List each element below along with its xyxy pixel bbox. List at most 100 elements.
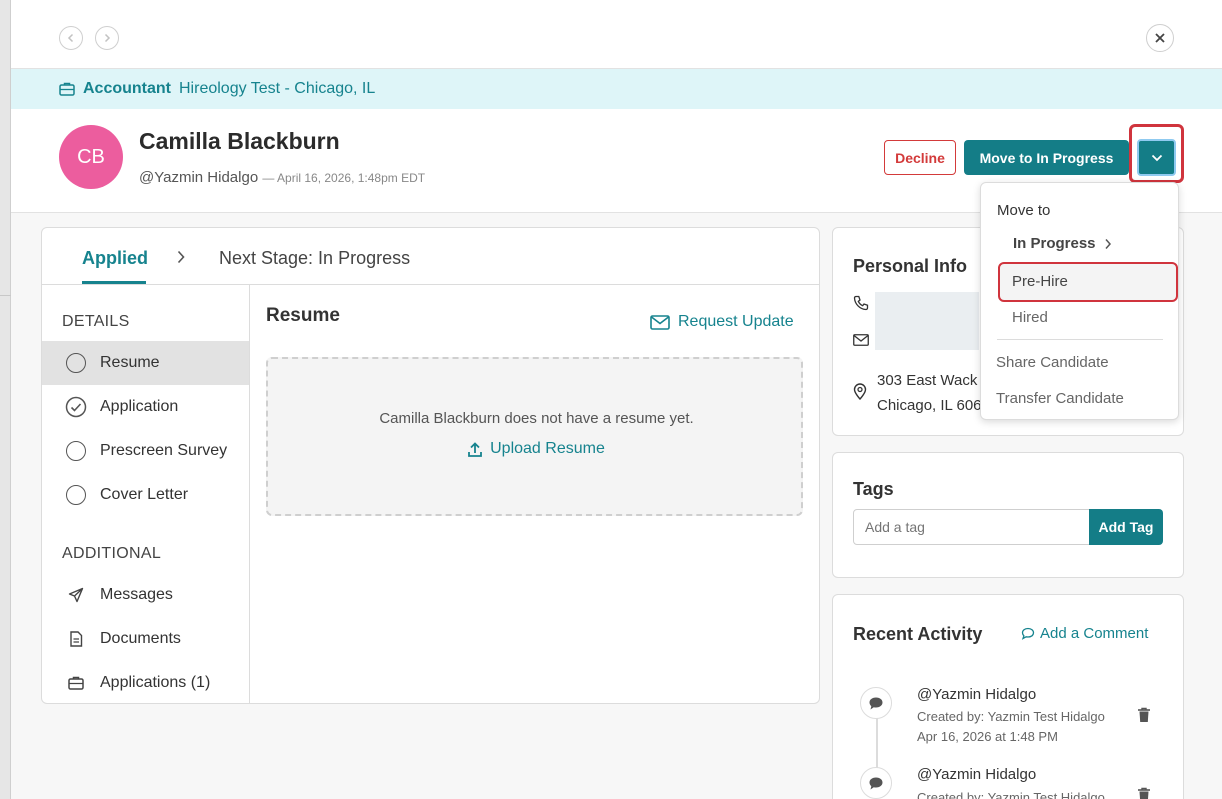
avatar: CB [59,125,123,189]
tag-input[interactable] [853,509,1090,545]
stage-tabs: Applied Next Stage: In Progress [42,228,819,285]
menu-item-label: In Progress [1013,235,1096,252]
sidebar-item-resume[interactable]: Resume [42,341,249,385]
document-icon [64,627,88,651]
comment-icon [1021,627,1035,640]
recent-activity-title: Recent Activity [853,624,983,644]
chevron-right-icon [1104,238,1111,249]
trash-icon [1138,707,1150,722]
sidebar-item-label: Messages [100,586,173,603]
move-to-in-progress-button[interactable]: Move to In Progress [964,140,1129,175]
sidebar-item-label: Resume [100,354,160,371]
empty-circle-icon [64,439,88,463]
menu-divider [997,339,1163,340]
details-section-header: DETAILS [62,313,130,330]
personal-info-title: Personal Info [853,256,968,276]
add-comment-button[interactable]: Add a Comment [1021,625,1148,642]
check-circle-icon [64,395,88,419]
move-to-dropdown-menu: Move to In Progress Pre-Hire Hired Share… [980,182,1179,420]
tags-card: Tags Add Tag [832,452,1184,578]
activity-user: @Yazmin Hidalgo [917,686,1037,703]
resume-dropzone[interactable]: Camilla Blackburn does not have a resume… [266,357,803,516]
menu-item-in-progress[interactable]: In Progress [1013,235,1112,252]
delete-activity-button[interactable] [1137,787,1151,799]
phone-value-redacted [875,292,979,350]
candidate-subtitle: @Yazmin Hidalgo — April 16, 2026, 1:48pm… [139,169,425,186]
tab-next-stage[interactable]: Next Stage: In Progress [219,248,410,269]
comment-bubble-icon [860,687,892,719]
mail-icon [853,334,869,346]
comment-bubble-icon [860,767,892,799]
mail-icon [650,314,670,330]
tags-title: Tags [853,479,894,499]
empty-circle-icon [64,483,88,507]
menu-item-hired[interactable]: Hired [1012,309,1048,326]
chevron-down-icon [1151,154,1162,161]
tab-applied[interactable]: Applied [82,248,148,269]
sidebar-item-label: Applications (1) [100,674,211,691]
background-overlay-strip [0,0,11,799]
address: 303 East Wack Chicago, IL 606 [877,368,982,418]
activity-user: @Yazmin Hidalgo [917,766,1037,783]
activity-created-by: Created by: Yazmin Test Hidalgo [917,790,1105,799]
menu-item-share-candidate[interactable]: Share Candidate [996,354,1109,371]
address-line-2: Chicago, IL 606 [877,397,982,414]
sidebar-item-prescreen-survey[interactable]: Prescreen Survey [42,429,249,473]
resume-content: Resume Request Update Camilla Blackburn … [250,285,819,703]
chevron-right-icon [104,33,111,43]
sidebar-item-label: Prescreen Survey [100,442,228,459]
empty-circle-icon [64,351,88,375]
add-tag-button[interactable]: Add Tag [1089,509,1163,545]
sidebar-item-label: Application [100,398,179,415]
job-title[interactable]: Accountant [83,80,171,98]
add-comment-label: Add a Comment [1040,625,1149,642]
top-nav [11,0,1222,69]
stage-panel: Applied Next Stage: In Progress DETAILS … [41,227,820,704]
address-line-1: 303 East Wack [877,372,978,389]
candidate-drawer: Accountant Hireology Test - Chicago, IL … [11,0,1222,799]
sidebar-item-documents[interactable]: Documents [42,617,249,661]
upload-resume-label: Upload Resume [490,440,605,457]
sidebar-item-label: Documents [100,630,181,647]
chevron-left-icon [67,33,74,43]
phone-icon [853,295,869,311]
additional-section-header: ADDITIONAL [62,545,162,562]
sidebar-item-application[interactable]: Application [42,385,249,429]
candidate-date: — April 16, 2026, 1:48pm EDT [262,171,426,185]
decline-button[interactable]: Decline [884,140,956,175]
no-resume-message: Camilla Blackburn does not have a resume… [379,410,694,427]
delete-activity-button[interactable] [1137,707,1151,723]
details-sidebar: DETAILS Resume Application Prescreen Sur… [42,285,250,703]
candidate-handle: @Yazmin Hidalgo [139,169,259,186]
next-candidate-button[interactable] [95,26,119,50]
location-pin-icon [853,383,867,400]
send-icon [64,583,88,607]
upload-icon [468,441,483,457]
activity-created-by: Created by: Yazmin Test Hidalgo [917,709,1105,724]
candidate-name: Camilla Blackburn [139,128,340,154]
close-button[interactable] [1146,24,1174,52]
request-update-button[interactable]: Request Update [650,313,794,331]
sidebar-item-messages[interactable]: Messages [42,573,249,617]
job-location[interactable]: Hireology Test - Chicago, IL [179,80,375,98]
briefcase-icon [64,671,88,695]
previous-candidate-button[interactable] [59,26,83,50]
recent-activity-card: Recent Activity Add a Comment @Yazmin Hi… [832,594,1184,799]
menu-item-transfer-candidate[interactable]: Transfer Candidate [996,390,1124,407]
move-to-header: Move to [997,202,1051,219]
active-tab-indicator [82,281,146,284]
request-update-label: Request Update [678,313,794,330]
job-banner: Accountant Hireology Test - Chicago, IL [11,69,1222,109]
briefcase-icon [59,82,75,96]
sidebar-item-applications[interactable]: Applications (1) [42,661,249,703]
resume-title: Resume [266,305,340,326]
sidebar-item-label: Cover Letter [100,486,189,503]
move-options-dropdown-button[interactable] [1137,139,1176,176]
chevron-right-icon [177,250,185,264]
close-icon [1155,33,1165,43]
sidebar-item-cover-letter[interactable]: Cover Letter [42,473,249,517]
trash-icon [1138,787,1150,799]
menu-item-pre-hire[interactable]: Pre-Hire [1012,273,1068,290]
upload-resume-button[interactable]: Upload Resume [268,440,805,458]
activity-date: Apr 16, 2026 at 1:48 PM [917,729,1058,744]
